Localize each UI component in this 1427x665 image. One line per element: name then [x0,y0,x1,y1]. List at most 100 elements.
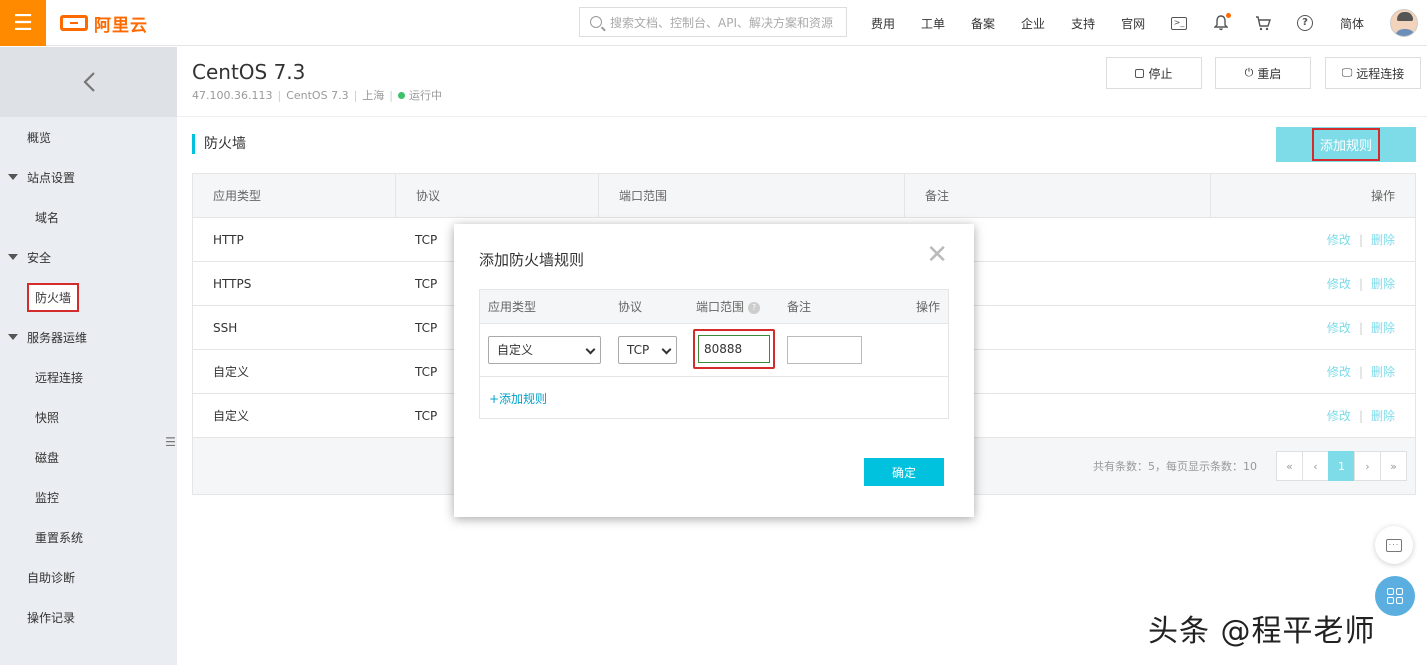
edit-link[interactable]: 修改 [1327,365,1351,379]
port-range-input[interactable] [698,335,770,363]
sidebar-item[interactable]: 操作记录 [0,597,177,637]
aliyun-logo[interactable]: 阿里云 [60,12,148,36]
pager-next-button[interactable]: › [1354,451,1381,481]
pager-first-button[interactable]: « [1276,451,1303,481]
cell-app-type: 自定义 [213,365,250,379]
stop-button[interactable]: 停止 [1106,57,1202,89]
protocol-select[interactable]: TCP [618,336,677,364]
sidebar-item[interactable]: 自助诊断 [0,557,177,597]
menu-icon[interactable]: ☰ [0,0,46,46]
logo-mark-icon [60,15,88,31]
sidebar-item-label: 安全 [27,250,52,265]
sidebar-item[interactable]: 站点设置 [0,157,177,197]
sidebar-item-label: 概览 [27,130,52,145]
nav-link-billing[interactable]: 费用 [871,15,895,32]
pager-prev-button[interactable]: ‹ [1302,451,1329,481]
restart-button[interactable]: ⏻ 重启 [1215,57,1311,89]
col-app-type: 应用类型 [193,174,396,218]
sidebar-item-label: 防火墙 [27,282,80,312]
cell-protocol: TCP [415,409,438,423]
nav-link-support[interactable]: 支持 [1071,15,1095,32]
sidebar-item[interactable]: 重置系统 [0,517,177,557]
dialog-title: 添加防火墙规则 [479,251,585,269]
col-ops: 操作 [1370,189,1395,203]
cell-protocol: TCP [415,365,438,379]
sidebar-item[interactable]: 快照 [0,397,177,437]
row-ops: 修改 | 删除 [1326,321,1395,335]
sidebar-collapse-icon[interactable]: ☰ [164,427,177,457]
delete-link[interactable]: 删除 [1371,365,1395,379]
edit-link[interactable]: 修改 [1327,409,1351,423]
sidebar-item-label: 磁盘 [35,450,60,465]
table-header: 应用类型 协议 端口范围 备注 操作 [193,174,1415,218]
add-rule-label: 添加规则 [1311,128,1380,161]
chevron-down-icon [585,344,596,355]
help-icon[interactable]: ? [1296,14,1314,32]
pager-summary: 共有条数：5，每页显示条数：10 [1093,460,1257,473]
delete-link[interactable]: 删除 [1371,277,1395,291]
power-icon: ⏻ [1244,66,1254,79]
delete-link[interactable]: 删除 [1371,409,1395,423]
sidebar-item-label: 重置系统 [35,530,84,545]
cell-protocol: TCP [415,277,438,291]
status-dot-icon [398,91,406,99]
sidebar-item[interactable]: 域名 [0,197,177,237]
sidebar: 概览站点设置域名安全防火墙服务器运维远程连接 快照磁盘监控重置系统自助诊断操作记录… [0,47,177,665]
notification-dot [1226,13,1231,18]
sidebar-item-label: 服务器运维 [27,330,88,345]
cell-app-type: SSH [213,321,238,335]
pager-page-1[interactable]: 1 [1328,451,1355,481]
language-switch[interactable]: 简体 [1340,15,1364,32]
back-chevron-icon[interactable] [0,47,177,117]
delete-link[interactable]: 删除 [1371,233,1395,247]
delete-link[interactable]: 删除 [1371,321,1395,335]
top-nav-links: 费用 工单 备案 企业 支持 官网 [871,0,1171,46]
apps-float-button[interactable] [1375,576,1415,616]
row-ops: 修改 | 删除 [1326,409,1395,423]
nav-link-enterprise[interactable]: 企业 [1021,15,1045,32]
sidebar-item-label: 操作记录 [27,610,76,625]
app-type-select[interactable]: 自定义 [488,336,601,364]
global-search-input[interactable]: 搜索文档、控制台、API、解决方案和资源 [579,7,847,37]
cell-protocol: TCP [415,321,438,335]
caret-down-icon [8,334,18,340]
section-title: 防火墙 [192,134,246,154]
sidebar-item[interactable]: 远程连接 [0,357,177,397]
cart-icon[interactable] [1254,14,1272,32]
nav-link-icp[interactable]: 备案 [971,15,995,32]
row-ops: 修改 | 删除 [1326,233,1395,247]
sidebar-item[interactable]: 服务器运维 [0,317,177,357]
sidebar-item[interactable]: 概览 [0,117,177,157]
sidebar-item[interactable]: 监控 [0,477,177,517]
top-nav-icons: >_ ? [1170,0,1338,46]
add-rule-link[interactable]: +添加规则 [489,390,547,407]
note-input[interactable] [787,336,862,364]
row-ops: 修改 | 删除 [1326,365,1395,379]
caret-down-icon [8,174,18,180]
dialog-col-ops: 操作 [915,300,940,314]
terminal-icon[interactable]: >_ [1170,14,1188,32]
sidebar-item[interactable]: 防火墙 [0,277,177,317]
bell-icon[interactable] [1212,13,1231,32]
edit-link[interactable]: 修改 [1327,233,1351,247]
add-rule-button[interactable]: 添加规则 [1276,127,1416,162]
sidebar-item[interactable]: 磁盘 [0,437,177,477]
cell-app-type: HTTPS [213,277,252,291]
dialog-rule-table: 应用类型 协议 端口范围? 备注 操作 自定义 TCP +添加规则 [479,289,949,419]
nav-link-official-site[interactable]: 官网 [1121,15,1145,32]
pager-last-button[interactable]: » [1380,451,1407,481]
nav-link-tickets[interactable]: 工单 [921,15,945,32]
sidebar-item[interactable]: 安全 [0,237,177,277]
user-avatar[interactable] [1390,9,1418,37]
sidebar-item-label: 监控 [35,490,60,505]
sidebar-item-label: 域名 [35,210,60,225]
instance-os: CentOS 7.3 [286,88,349,102]
edit-link[interactable]: 修改 [1327,321,1351,335]
chat-float-button[interactable]: ... [1375,526,1413,564]
port-help-icon[interactable]: ? [748,302,761,314]
close-icon[interactable]: ✕ [926,242,948,268]
remote-connect-button[interactable]: 🖵 远程连接 [1325,57,1421,89]
confirm-button[interactable]: 确定 [864,458,944,486]
grid-icon [1387,588,1403,604]
edit-link[interactable]: 修改 [1327,277,1351,291]
